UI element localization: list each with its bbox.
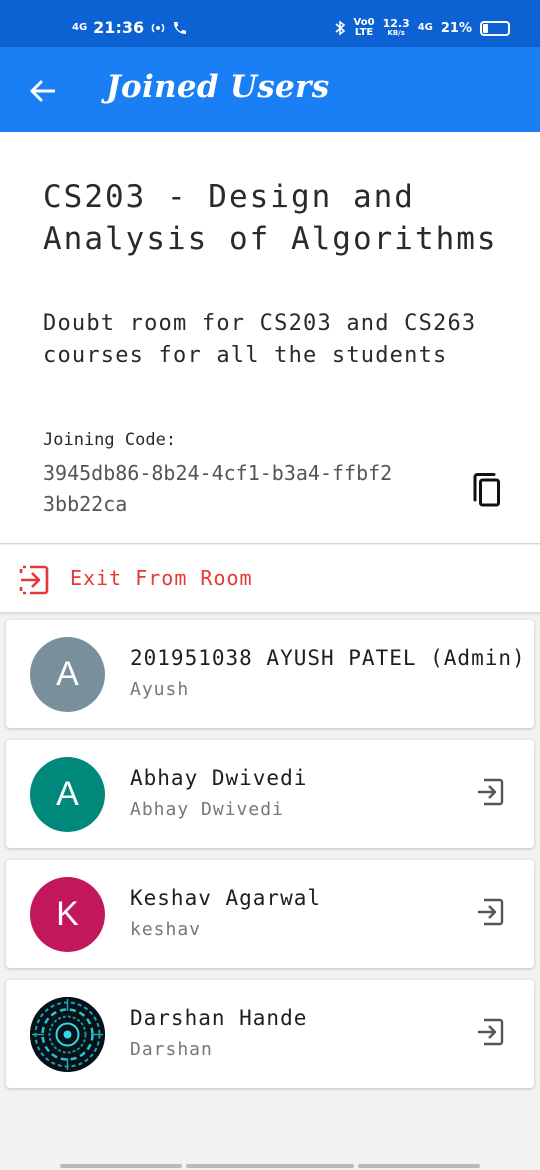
back-button[interactable] — [22, 71, 62, 111]
user-username: keshav — [130, 919, 202, 940]
joining-code-value: 3945db86-8b24-4cf1-b3a4-ffbf23bb22ca — [43, 461, 393, 516]
hotspot-icon — [151, 23, 165, 32]
user-card[interactable]: Darshan Hande Darshan — [6, 980, 534, 1088]
user-name: Darshan Hande — [130, 1006, 308, 1030]
network-speed: 12.3 KB/s — [382, 17, 410, 37]
exit-icon — [478, 778, 504, 806]
room-title: CS203 - Design and Analysis of Algorithm… — [43, 179, 498, 257]
page-title: Joined Users — [106, 69, 330, 105]
user-name: 201951038 AYUSH PATEL (Admin) — [130, 646, 526, 670]
exit-room-label: Exit From Room — [70, 566, 253, 590]
remove-user-button[interactable] — [474, 776, 506, 808]
exit-icon — [18, 564, 50, 596]
copy-icon — [473, 473, 500, 507]
exit-room-button[interactable]: Exit From Room — [0, 545, 540, 613]
user-name: Abhay Dwivedi — [130, 766, 308, 790]
user-card[interactable]: A 201951038 AYUSH PATEL (Admin) Ayush — [6, 620, 534, 728]
user-card[interactable]: K Keshav Agarwal keshav — [6, 860, 534, 968]
joined-users-list: A 201951038 AYUSH PATEL (Admin) Ayush A … — [6, 620, 534, 1100]
room-description: Doubt room for CS203 and CS263 courses f… — [43, 311, 477, 368]
status-time: 21:36 — [93, 18, 145, 37]
remove-user-button[interactable] — [474, 896, 506, 928]
battery-level — [483, 23, 489, 33]
avatar — [30, 997, 105, 1072]
bluetooth-icon — [335, 20, 345, 36]
user-username: Darshan — [130, 1039, 213, 1060]
status-right: Vo0 LTE 12.3 KB/s 4G 21% — [334, 18, 510, 38]
exit-icon — [478, 898, 504, 926]
network-indicator-left: 4G — [72, 21, 88, 33]
volte-indicator: Vo0 LTE — [353, 17, 375, 38]
user-card[interactable]: A Abhay Dwivedi Abhay Dwivedi — [6, 740, 534, 848]
battery-icon — [480, 20, 510, 36]
avatar: A — [30, 757, 105, 832]
user-username: Ayush — [130, 679, 190, 700]
status-left: 4G 21:36 — [72, 18, 188, 37]
user-name: Keshav Agarwal — [130, 886, 322, 910]
avatar: K — [30, 877, 105, 952]
arrow-left-icon — [30, 80, 55, 102]
avatar-initial: K — [56, 895, 79, 933]
joining-code-label: Joining Code: — [43, 430, 177, 450]
network-indicator-right: 4G — [417, 22, 433, 33]
room-details-card: CS203 - Design and Analysis of Algorithm… — [0, 132, 540, 544]
copy-code-button[interactable] — [466, 470, 506, 510]
avatar-initial: A — [56, 775, 79, 813]
app-bar: Joined Users — [0, 47, 540, 132]
avatar-initial: A — [56, 655, 79, 693]
battery-percent: 21% — [440, 20, 472, 36]
phone-icon — [174, 21, 187, 34]
exit-icon — [478, 1018, 504, 1046]
nav-gesture-bar[interactable] — [358, 1164, 480, 1168]
status-bar: 4G 21:36 Vo0 LTE 12.3 KB/s 4G 21% — [0, 0, 540, 47]
nav-gesture-bar[interactable] — [186, 1164, 354, 1168]
profile-photo — [30, 997, 105, 1072]
remove-user-button[interactable] — [474, 1016, 506, 1048]
user-username: Abhay Dwivedi — [130, 799, 284, 820]
nav-gesture-bar[interactable] — [60, 1164, 182, 1168]
avatar: A — [30, 637, 105, 712]
